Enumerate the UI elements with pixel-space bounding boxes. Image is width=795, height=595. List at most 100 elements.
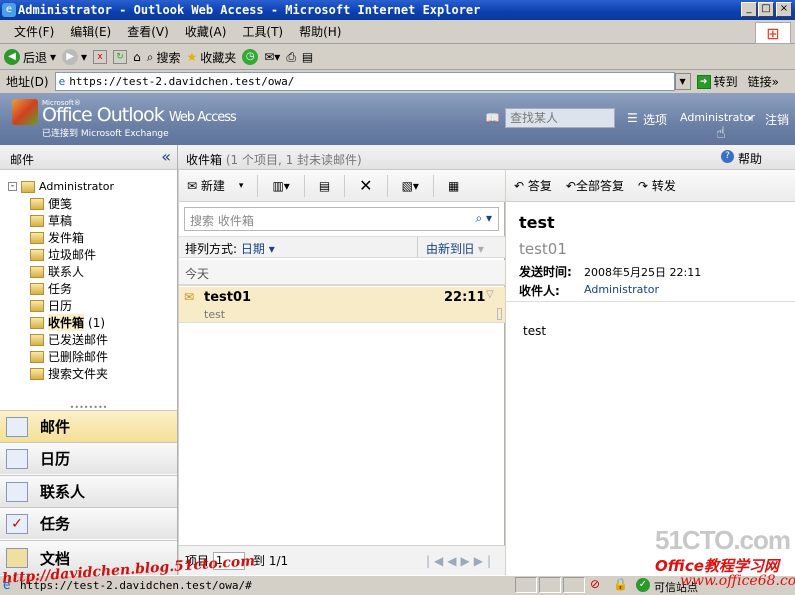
reply-all-button[interactable]: ↶全部答复 [566, 177, 624, 194]
search-inbox-input[interactable]: 搜索 收件箱 ⌕ ▾ [184, 207, 499, 231]
delete-icon[interactable]: ✕ [359, 176, 372, 195]
print-icon[interactable]: ⎙ [286, 50, 296, 65]
favorites-button[interactable]: ★ 收藏夹 [186, 49, 236, 66]
separator [432, 174, 434, 197]
menu-help[interactable]: 帮助(H) [291, 23, 349, 40]
folder-label: 收件箱 [48, 314, 85, 331]
move-icon[interactable]: ▤ [319, 179, 330, 193]
nav-contacts[interactable]: 联系人 [0, 475, 177, 507]
sent-icon [30, 333, 44, 346]
message-body: test [523, 324, 547, 338]
reply-label: 答复 [527, 179, 552, 193]
reading-pane-icon[interactable]: ▥▾ [272, 179, 289, 193]
search-folder-icon [30, 367, 44, 380]
reply-button[interactable]: ↶ 答复 [514, 177, 552, 194]
help-link[interactable]: 帮助 [738, 150, 762, 167]
lock-icon[interactable]: 🔒 [613, 577, 628, 591]
folder-item[interactable]: 已发送邮件 [8, 331, 114, 348]
nav-tasks[interactable]: ✓ 任务 [0, 507, 177, 539]
stop-icon[interactable]: x [93, 50, 108, 64]
new-dropdown-icon[interactable]: ▾ [239, 181, 244, 191]
back-button[interactable]: ◀ 后退 ▾ [4, 49, 56, 66]
logo-title: Office Outlook [42, 104, 165, 126]
go-button[interactable]: ➜ 转到 [696, 73, 738, 90]
folder-label: 垃圾邮件 [48, 248, 97, 262]
folder-label: 已删除邮件 [48, 350, 109, 364]
to-value[interactable]: Administrator [584, 283, 659, 296]
search-placeholder: 搜索 收件箱 [190, 214, 254, 228]
mark-icon[interactable]: ▧▾ [402, 179, 419, 193]
menu-tools[interactable]: 工具(T) [234, 23, 291, 40]
address-dropdown[interactable]: ▼ [674, 73, 691, 90]
forward-button[interactable]: ▶ ▾ [62, 49, 87, 65]
minimize-button[interactable]: _ [741, 2, 757, 17]
flag-icon[interactable]: ▽ [486, 289, 494, 300]
folder-item[interactable]: 搜索文件夹 [8, 365, 114, 382]
status-cell [515, 577, 537, 593]
print-list-icon[interactable]: ▦ [448, 179, 459, 193]
folder-item[interactable]: 联系人 [8, 263, 114, 280]
folder-label: 搜索文件夹 [48, 367, 109, 381]
separator [386, 174, 388, 197]
options-icon: ☰ [627, 111, 638, 125]
reading-pane: ↶ 答复 ↶全部答复 ↷ 转发 test test01 发送时间: 2008年5… [506, 170, 795, 575]
page-of: 到 1/1 [253, 554, 289, 568]
home-icon[interactable]: ⌂ [133, 50, 141, 64]
folder-label: 联系人 [48, 265, 85, 279]
help-icon[interactable]: ? [721, 150, 734, 163]
new-button[interactable]: ✉ 新建 [187, 177, 225, 194]
address-book-icon[interactable]: 📖 [485, 111, 500, 125]
folder-item[interactable]: 垃圾邮件 [8, 246, 114, 263]
checkbox[interactable] [497, 308, 502, 320]
menu-view[interactable]: 查看(V) [119, 23, 177, 40]
message-row[interactable]: ✉ test01 22:11 ▽ test [179, 287, 505, 323]
menu-favorites[interactable]: 收藏(A) [177, 23, 235, 40]
folder-item[interactable]: 草稿 [8, 212, 114, 229]
documents-icon [6, 548, 28, 568]
sort-order-dropdown[interactable]: 由新到旧 ▾ [417, 237, 492, 257]
collapse-tree-icon[interactable]: - [8, 182, 17, 191]
menu-file[interactable]: 文件(F) [6, 23, 62, 40]
maximize-button[interactable]: □ [758, 2, 774, 17]
privacy-icon[interactable]: ⊘ [590, 577, 600, 591]
forward-button[interactable]: ↷ 转发 [638, 177, 676, 194]
folder-item[interactable]: 任务 [8, 280, 114, 297]
history-icon[interactable]: ◷ [242, 49, 259, 65]
sent-value: 2008年5月25日 22:11 [584, 266, 702, 279]
edit-icon[interactable]: ▤ [302, 50, 313, 64]
user-dropdown-icon[interactable]: ▾ [748, 114, 752, 123]
close-button[interactable]: × [776, 2, 792, 17]
sort-by-dropdown[interactable]: 日期 ▾ [241, 242, 275, 256]
unread-count: (1) [88, 315, 106, 330]
folder-item[interactable]: 已删除邮件 [8, 348, 114, 365]
pager-nav-icons[interactable]: |◀◀▶▶| [426, 554, 495, 568]
folder-item-inbox[interactable]: 收件箱 (1) [8, 314, 114, 331]
ie-icon: e [2, 3, 16, 17]
mail-icon[interactable]: ✉▾ [264, 50, 280, 64]
nav-label: 日历 [40, 450, 71, 468]
logout-link[interactable]: 注销 [765, 111, 789, 128]
search-button[interactable]: ⌕ 搜索 [147, 49, 181, 66]
nav-calendar[interactable]: 日历 [0, 442, 177, 474]
menu-edit[interactable]: 编辑(E) [62, 23, 119, 40]
folder-tree: - Administrator 便笺 草稿 发件箱 垃圾邮件 联系人 任务 日历 … [8, 178, 114, 382]
folder-item[interactable]: 日历 [8, 297, 114, 314]
options-link[interactable]: 选项 [643, 111, 667, 128]
folder-root[interactable]: - Administrator [8, 178, 114, 195]
group-header-today: 今天 [179, 260, 505, 286]
links-button[interactable]: 链接 [748, 73, 772, 90]
left-header-title: 邮件 [10, 153, 35, 167]
folder-item[interactable]: 发件箱 [8, 229, 114, 246]
folder-item[interactable]: 便笺 [8, 195, 114, 212]
mailbox-icon [21, 180, 35, 193]
find-someone-input[interactable]: 查找某人 [505, 108, 615, 128]
menu-bar: 文件(F) 编辑(E) 查看(V) 收藏(A) 工具(T) 帮助(H) [0, 20, 795, 44]
collapse-icon[interactable]: « [161, 147, 171, 166]
address-input[interactable]: e https://test-2.davidchen.test/owa/ [54, 72, 675, 91]
mail-icon [6, 416, 28, 437]
sort-by-value: 日期 [240, 242, 265, 256]
search-icon[interactable]: ⌕ ▾ [475, 211, 492, 226]
refresh-icon[interactable]: ↻ [113, 50, 128, 64]
window-title: Administrator - Outlook Web Access - Mic… [18, 3, 481, 17]
nav-mail[interactable]: 邮件 [0, 410, 177, 442]
